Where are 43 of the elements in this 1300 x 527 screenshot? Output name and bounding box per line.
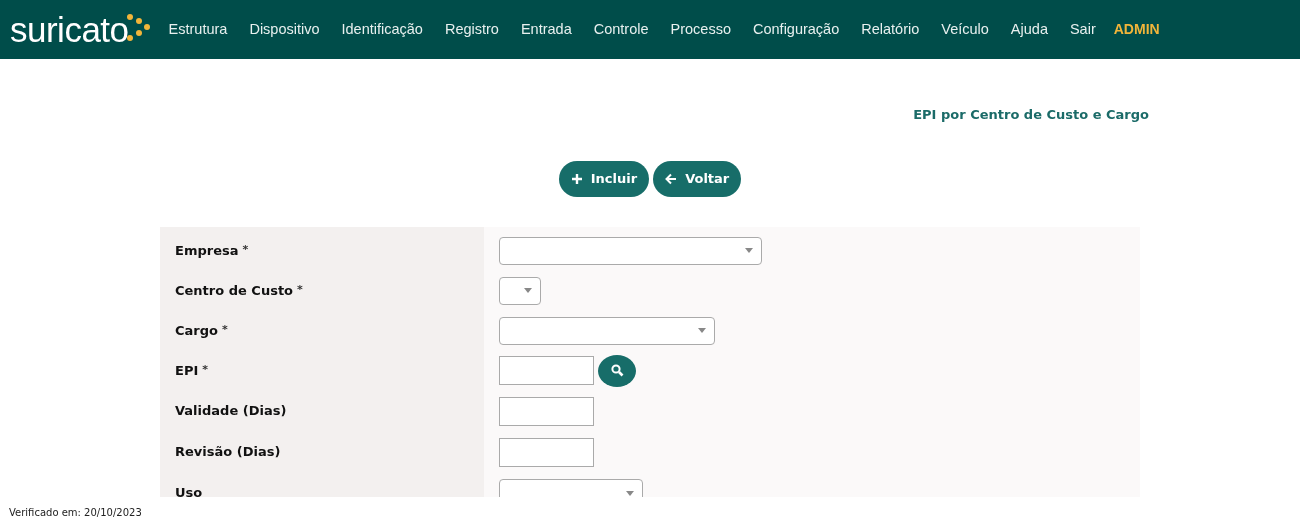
menu-link[interactable]: Veículo [941,18,989,41]
include-button[interactable]: Incluir [558,160,650,197]
arrow-left-icon [665,172,678,185]
input-field[interactable] [499,356,594,385]
menu-link[interactable]: Sair [1069,18,1096,41]
search-icon [610,364,624,377]
required-marker: * [242,242,249,259]
dropdown-caret-icon [745,248,753,253]
menu-link[interactable]: Processo [670,18,731,41]
back-button[interactable]: Voltar [653,160,742,197]
select-field[interactable] [499,276,541,305]
dropdown-caret-icon [698,328,706,333]
brand-logo[interactable]: suricato [10,10,153,49]
field-label: Validade (Dias) [175,402,287,421]
field-label: Uso [175,484,203,497]
verification-date: Verificado em: 20/10/2023 [8,505,143,520]
menu-link[interactable]: Configuração [753,18,840,41]
field-label: Revisão (Dias) [175,443,281,462]
menu-link[interactable]: Relatório [861,18,920,41]
page-title: EPI por Centro de Custo e Cargo [913,106,1149,124]
plus-icon [570,172,583,185]
menu-link[interactable]: Entrada [520,18,572,41]
menu-link[interactable]: Registro [444,18,499,41]
menu-link[interactable]: Controle [593,18,649,41]
menu-link[interactable]: Estrutura [168,18,228,41]
menu-link[interactable]: Dispositivo [249,18,320,41]
menu-link[interactable]: Identificação [341,18,423,41]
required-marker: * [202,362,208,379]
dropdown-caret-icon [626,490,634,496]
input-field[interactable] [499,437,594,467]
field-label: EPI [175,361,199,380]
field-label: Cargo [175,321,218,340]
required-marker: * [221,322,228,339]
search-button[interactable] [598,354,636,387]
required-marker: * [297,282,303,299]
dropdown-caret-icon [524,288,532,293]
select-field[interactable] [499,236,762,265]
input-field[interactable] [499,396,594,426]
select-field[interactable] [499,316,715,345]
field-label: Centro de Custo [175,281,294,300]
field-label: Empresa [175,241,239,260]
user-name[interactable]: ADMIN [1113,19,1160,40]
menu-link[interactable]: Ajuda [1010,18,1048,41]
